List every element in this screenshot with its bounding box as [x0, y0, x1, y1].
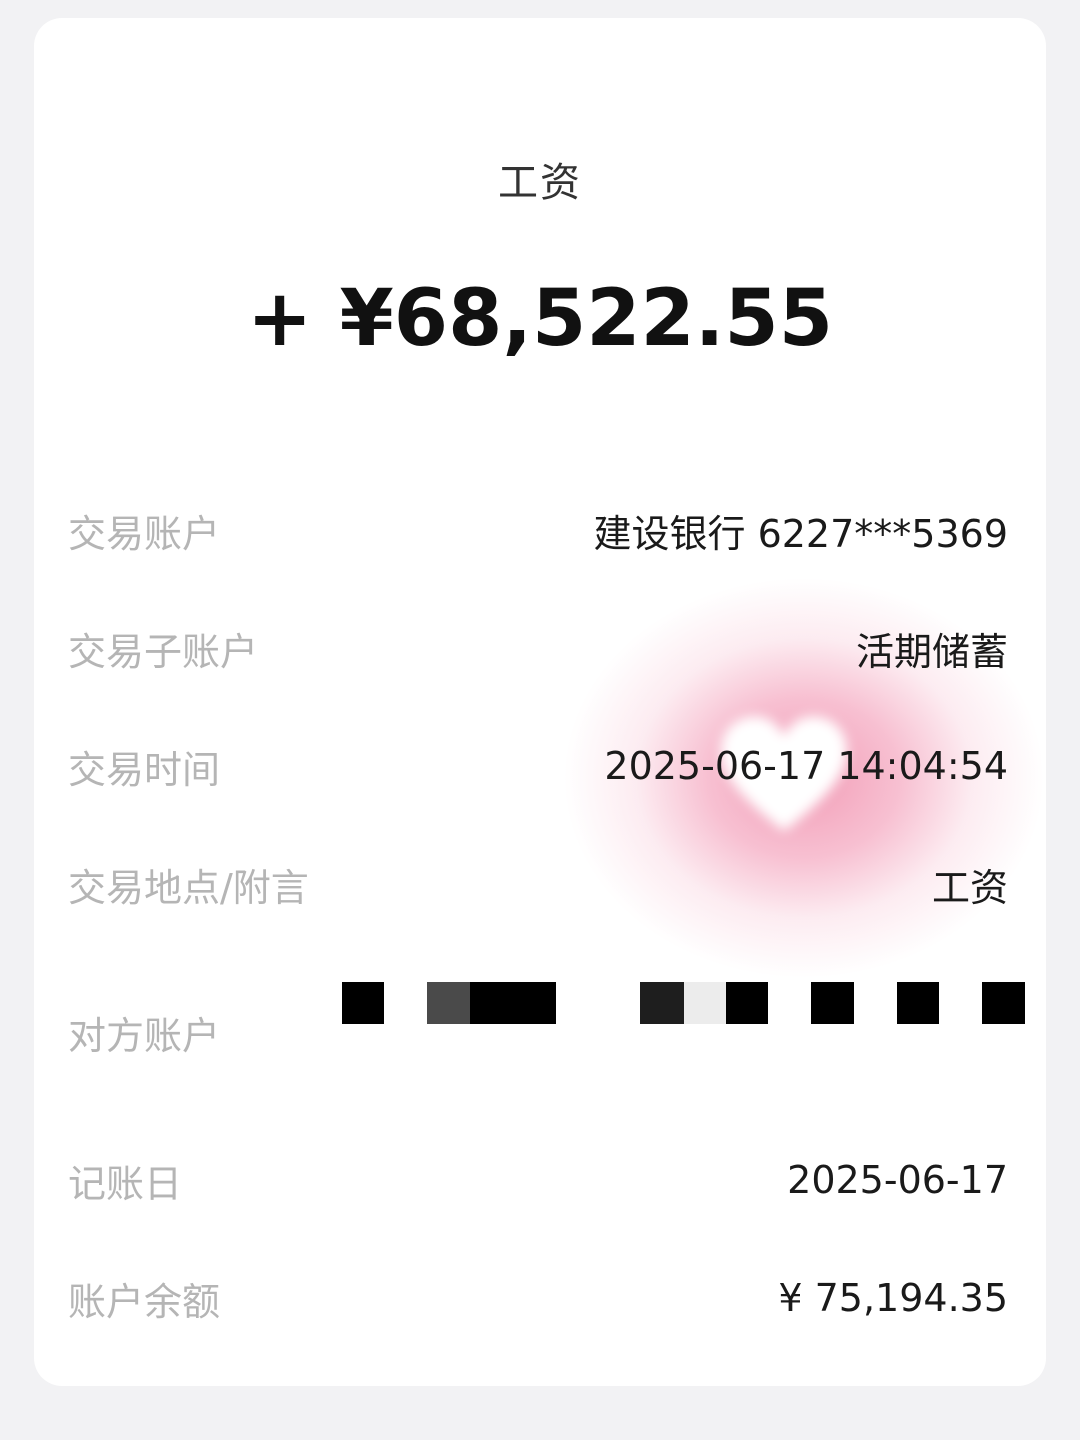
detail-row-balance: 账户余额 ¥ 75,194.35 [68, 1268, 1008, 1328]
sub-account-label: 交易子账户 [68, 629, 259, 674]
counterparty-label: 对方账户 [68, 1013, 221, 1058]
transaction-title: 工资 [498, 160, 582, 206]
transaction-amount: + ¥68,522.55 [247, 274, 833, 364]
balance-label: 账户余额 [68, 1279, 221, 1324]
redaction-block [684, 982, 726, 1024]
detail-row-booking-date: 记账日 2025-06-17 [68, 1150, 1008, 1210]
sub-account-value: 活期储蓄 [855, 629, 1008, 674]
redaction-block [470, 982, 556, 1024]
booking-date-value: 2025-06-17 [787, 1158, 1008, 1202]
redaction-block [342, 982, 384, 1024]
note-label: 交易地点/附言 [68, 865, 309, 910]
transaction-detail-card: 工资 + ¥68,522.55 交易账户 建设银行 6227***5369 交易… [34, 18, 1046, 1386]
redaction-block [897, 982, 939, 1024]
booking-date-label: 记账日 [68, 1161, 183, 1206]
note-value: 工资 [931, 865, 1008, 910]
detail-row-note: 交易地点/附言 工资 [68, 854, 1008, 914]
redaction-block [726, 982, 768, 1024]
time-value: 2025-06-17 14:04:54 [604, 744, 1008, 788]
redaction-block [427, 982, 471, 1024]
redaction-block [811, 982, 854, 1024]
detail-row-sub-account: 交易子账户 活期储蓄 [68, 618, 1008, 678]
balance-value: ¥ 75,194.35 [778, 1276, 1008, 1320]
account-value: 建设银行 6227***5369 [593, 511, 1009, 556]
detail-row-time: 交易时间 2025-06-17 14:04:54 [68, 736, 1008, 796]
detail-row-account: 交易账户 建设银行 6227***5369 [68, 500, 1008, 560]
time-label: 交易时间 [68, 747, 221, 792]
redaction-block [640, 982, 684, 1024]
account-label: 交易账户 [68, 511, 221, 556]
redaction-block [982, 982, 1025, 1024]
